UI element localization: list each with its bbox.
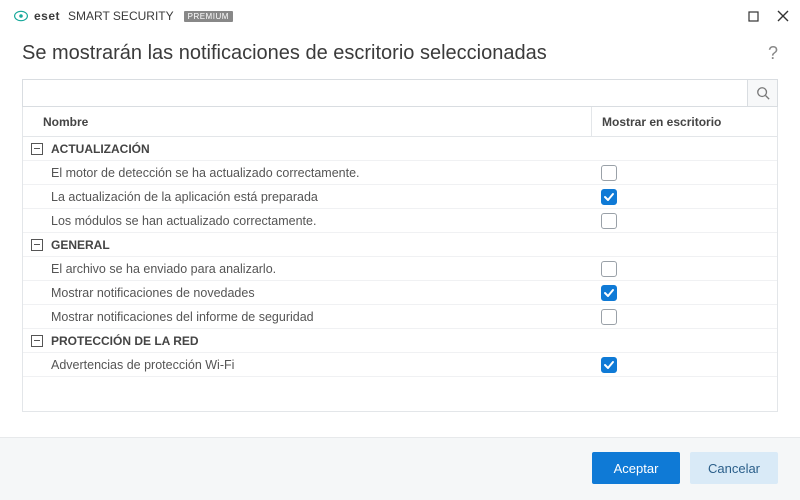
- brand-eset: eset: [34, 9, 60, 23]
- checkbox-cell: [591, 189, 777, 205]
- titlebar: eset SMART SECURITY PREMIUM: [0, 0, 800, 32]
- table-row[interactable]: Mostrar notificaciones del informe de se…: [23, 305, 777, 329]
- checkbox-cell: [591, 261, 777, 277]
- show-on-desktop-checkbox[interactable]: [601, 189, 617, 205]
- item-label: La actualización de la aplicación está p…: [23, 190, 591, 204]
- show-on-desktop-checkbox[interactable]: [601, 261, 617, 277]
- table-filler: [23, 377, 777, 411]
- item-label: Los módulos se han actualizado correctam…: [23, 214, 591, 228]
- item-label: El archivo se ha enviado para analizarlo…: [23, 262, 591, 276]
- page-header: Se mostrarán las notificaciones de escri…: [0, 32, 800, 79]
- accept-button[interactable]: Aceptar: [592, 452, 680, 484]
- table-body: ACTUALIZACIÓN El motor de detección se ha…: [23, 137, 777, 377]
- notifications-table: Nombre Mostrar en escritorio ACTUALIZACI…: [22, 107, 778, 412]
- group-row[interactable]: GENERAL: [23, 233, 777, 257]
- item-label: Mostrar notificaciones de novedades: [23, 286, 591, 300]
- group-row[interactable]: ACTUALIZACIÓN: [23, 137, 777, 161]
- window: eset SMART SECURITY PREMIUM Se mostrarán…: [0, 0, 800, 500]
- group-label: GENERAL: [51, 238, 110, 252]
- table-row[interactable]: La actualización de la aplicación está p…: [23, 185, 777, 209]
- brand-product: SMART SECURITY: [68, 9, 174, 23]
- show-on-desktop-checkbox[interactable]: [601, 165, 617, 181]
- collapse-icon[interactable]: [31, 335, 43, 347]
- item-label: Advertencias de protección Wi-Fi: [23, 358, 591, 372]
- search-input[interactable]: [23, 80, 747, 106]
- table-header: Nombre Mostrar en escritorio: [23, 107, 777, 137]
- window-controls: [746, 9, 790, 23]
- group-label: ACTUALIZACIÓN: [51, 142, 150, 156]
- footer: Aceptar Cancelar: [0, 437, 800, 500]
- group-label: PROTECCIÓN DE LA RED: [51, 334, 199, 348]
- collapse-icon[interactable]: [31, 239, 43, 251]
- content: Nombre Mostrar en escritorio ACTUALIZACI…: [0, 79, 800, 437]
- close-icon: [777, 10, 789, 22]
- eset-logo-icon: [14, 9, 28, 23]
- table-row[interactable]: Advertencias de protección Wi-Fi: [23, 353, 777, 377]
- table-row[interactable]: Mostrar notificaciones de novedades: [23, 281, 777, 305]
- show-on-desktop-checkbox[interactable]: [601, 213, 617, 229]
- close-button[interactable]: [776, 9, 790, 23]
- checkbox-cell: [591, 213, 777, 229]
- checkbox-cell: [591, 357, 777, 373]
- item-label: Mostrar notificaciones del informe de se…: [23, 310, 591, 324]
- maximize-icon: [748, 11, 759, 22]
- cancel-button[interactable]: Cancelar: [690, 452, 778, 484]
- show-on-desktop-checkbox[interactable]: [601, 309, 617, 325]
- checkbox-cell: [591, 165, 777, 181]
- table-row[interactable]: El archivo se ha enviado para analizarlo…: [23, 257, 777, 281]
- search-bar: [22, 79, 778, 107]
- help-icon: ?: [768, 43, 778, 63]
- page-title: Se mostrarán las notificaciones de escri…: [22, 42, 547, 65]
- brand: eset SMART SECURITY PREMIUM: [14, 9, 233, 23]
- group-row[interactable]: PROTECCIÓN DE LA RED: [23, 329, 777, 353]
- maximize-button[interactable]: [746, 9, 760, 23]
- help-button[interactable]: ?: [768, 43, 778, 64]
- show-on-desktop-checkbox[interactable]: [601, 357, 617, 373]
- column-show[interactable]: Mostrar en escritorio: [591, 107, 777, 136]
- item-label: El motor de detección se ha actualizado …: [23, 166, 591, 180]
- column-name[interactable]: Nombre: [23, 115, 591, 129]
- checkbox-cell: [591, 309, 777, 325]
- search-icon: [756, 86, 770, 100]
- search-button[interactable]: [747, 80, 777, 106]
- table-row[interactable]: El motor de detección se ha actualizado …: [23, 161, 777, 185]
- show-on-desktop-checkbox[interactable]: [601, 285, 617, 301]
- checkbox-cell: [591, 285, 777, 301]
- collapse-icon[interactable]: [31, 143, 43, 155]
- brand-tier-badge: PREMIUM: [184, 11, 233, 22]
- table-row[interactable]: Los módulos se han actualizado correctam…: [23, 209, 777, 233]
